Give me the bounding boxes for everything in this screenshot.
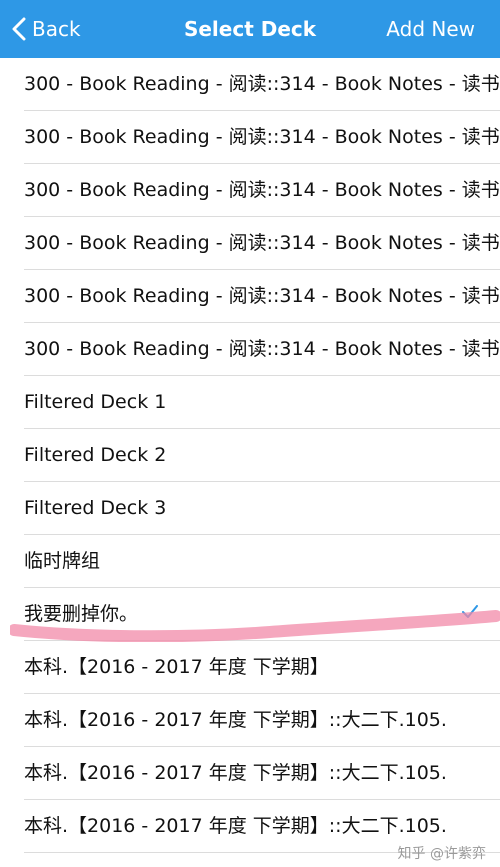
deck-label: 300 - Book Reading - 阅读::314 - Book Note…	[24, 126, 500, 148]
deck-row[interactable]: 300 - Book Reading - 阅读::314 - Book Note…	[24, 323, 500, 376]
deck-label: 本科.【2016 - 2017 年度 下学期】	[24, 656, 329, 678]
deck-label: 300 - Book Reading - 阅读::314 - Book Note…	[24, 285, 500, 307]
deck-list: 300 - Book Reading - 阅读::314 - Book Note…	[0, 58, 500, 853]
deck-row[interactable]: 300 - Book Reading - 阅读::314 - Book Note…	[24, 217, 500, 270]
add-new-button[interactable]: Add New	[386, 0, 475, 58]
deck-row[interactable]: Filtered Deck 1	[24, 376, 500, 429]
back-button[interactable]: Back	[12, 0, 81, 58]
deck-row[interactable]: 本科.【2016 - 2017 年度 下学期】::大二下.105.	[24, 747, 500, 800]
deck-label: 我要删掉你。	[24, 603, 139, 625]
navigation-bar: Back Select Deck Add New	[0, 0, 500, 58]
deck-row[interactable]: 本科.【2016 - 2017 年度 下学期】	[24, 641, 500, 694]
deck-label: 300 - Book Reading - 阅读::314 - Book Note…	[24, 179, 500, 201]
deck-row[interactable]: 本科.【2016 - 2017 年度 下学期】::大二下.105.	[24, 694, 500, 747]
deck-row[interactable]: 我要删掉你。	[24, 588, 500, 641]
deck-row[interactable]: 300 - Book Reading - 阅读::314 - Book Note…	[24, 58, 500, 111]
deck-label: 本科.【2016 - 2017 年度 下学期】::大二下.105.	[24, 709, 447, 731]
deck-row[interactable]: 300 - Book Reading - 阅读::314 - Book Note…	[24, 111, 500, 164]
deck-label: 300 - Book Reading - 阅读::314 - Book Note…	[24, 73, 500, 95]
deck-row[interactable]: 300 - Book Reading - 阅读::314 - Book Note…	[24, 270, 500, 323]
deck-label: 300 - Book Reading - 阅读::314 - Book Note…	[24, 232, 500, 254]
chevron-left-icon	[12, 17, 26, 41]
deck-row[interactable]: Filtered Deck 3	[24, 482, 500, 535]
deck-label: 本科.【2016 - 2017 年度 下学期】::大二下.105.	[24, 815, 447, 837]
deck-label: Filtered Deck 1	[24, 391, 167, 413]
checkmark-icon	[462, 605, 478, 618]
back-button-label: Back	[32, 17, 81, 41]
deck-label: Filtered Deck 3	[24, 497, 167, 519]
deck-label: Filtered Deck 2	[24, 444, 167, 466]
deck-row[interactable]: 临时牌组	[24, 535, 500, 588]
deck-row[interactable]: 本科.【2016 - 2017 年度 下学期】::大二下.105.	[24, 800, 500, 853]
deck-row[interactable]: Filtered Deck 2	[24, 429, 500, 482]
deck-row[interactable]: 300 - Book Reading - 阅读::314 - Book Note…	[24, 164, 500, 217]
deck-label: 临时牌组	[24, 550, 101, 572]
deck-label: 本科.【2016 - 2017 年度 下学期】::大二下.105.	[24, 762, 447, 784]
deck-label: 300 - Book Reading - 阅读::314 - Book Note…	[24, 338, 500, 360]
